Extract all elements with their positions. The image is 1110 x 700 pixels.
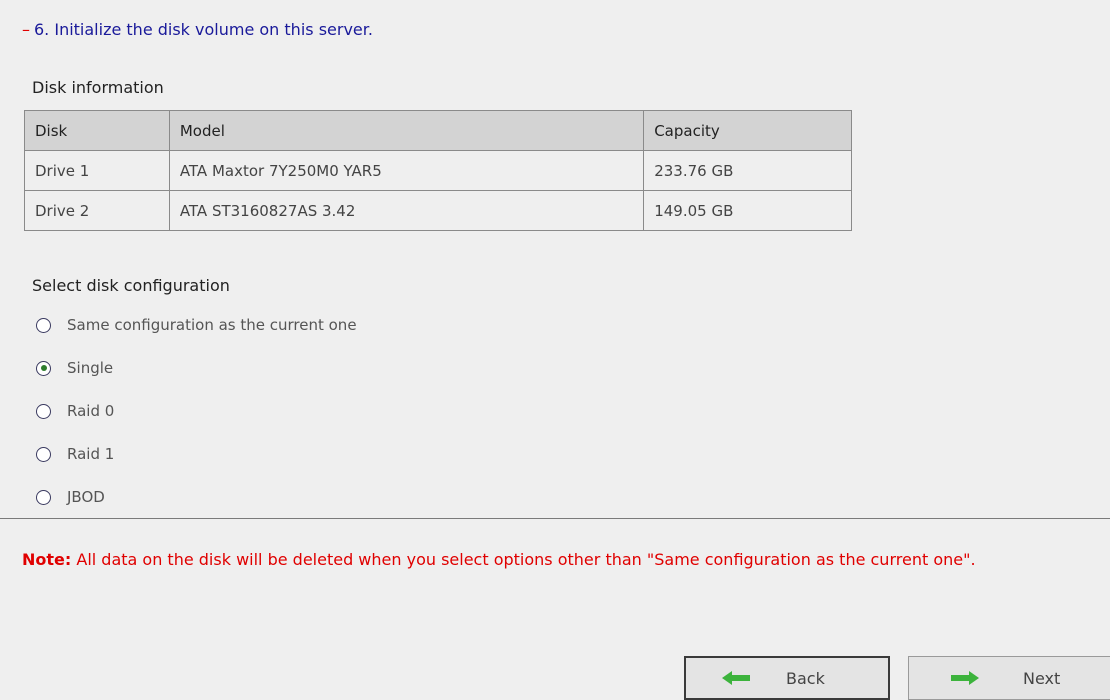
radio-label: JBOD <box>67 488 105 506</box>
radio-button[interactable] <box>36 489 51 505</box>
note-text: All data on the disk will be deleted whe… <box>71 550 976 569</box>
disk-table: Disk Model Capacity Drive 1 ATA Maxtor 7… <box>24 110 852 231</box>
arrow-left-icon <box>722 671 750 685</box>
step-title: –6. Initialize the disk volume on this s… <box>22 20 373 39</box>
radio-option-raid1[interactable]: Raid 1 <box>36 442 114 466</box>
cell-disk: Drive 2 <box>24 190 170 231</box>
next-button-label: Next <box>1023 668 1061 688</box>
disk-info-heading: Disk information <box>32 78 164 97</box>
radio-button[interactable] <box>36 403 51 419</box>
note-label: Note: <box>22 550 72 569</box>
section-divider <box>0 518 1110 519</box>
radio-button-checked[interactable] <box>36 360 51 376</box>
step-title-text: 6. Initialize the disk volume on this se… <box>34 20 373 39</box>
radio-label: Single <box>67 359 114 377</box>
column-header-disk: Disk <box>24 110 170 151</box>
cell-capacity: 233.76 GB <box>643 150 852 191</box>
back-button[interactable]: Back <box>684 656 890 700</box>
back-button-label: Back <box>786 668 825 688</box>
warning-note: Note: All data on the disk will be delet… <box>22 545 1092 575</box>
next-button[interactable]: Next <box>908 656 1110 700</box>
cell-model: ATA Maxtor 7Y250M0 YAR5 <box>168 150 645 191</box>
radio-option-same-configuration[interactable]: Same configuration as the current one <box>36 313 357 337</box>
cell-model: ATA ST3160827AS 3.42 <box>168 190 645 231</box>
column-header-model: Model <box>168 110 645 151</box>
radio-option-raid0[interactable]: Raid 0 <box>36 399 114 423</box>
radio-label: Raid 0 <box>67 402 115 420</box>
radio-option-jbod[interactable]: JBOD <box>36 485 105 509</box>
collapse-dash-icon[interactable]: – <box>22 20 30 39</box>
table-header-row: Disk Model Capacity <box>24 110 852 151</box>
config-heading: Select disk configuration <box>32 276 230 295</box>
table-row: Drive 1 ATA Maxtor 7Y250M0 YAR5 233.76 G… <box>24 150 852 191</box>
column-header-capacity: Capacity <box>643 110 852 151</box>
cell-disk: Drive 1 <box>24 150 170 191</box>
arrow-right-icon <box>951 671 979 685</box>
radio-button[interactable] <box>36 317 51 333</box>
radio-option-single[interactable]: Single <box>36 356 113 380</box>
cell-capacity: 149.05 GB <box>643 190 852 231</box>
radio-label: Raid 1 <box>67 445 115 463</box>
table-row: Drive 2 ATA ST3160827AS 3.42 149.05 GB <box>24 190 852 231</box>
radio-button[interactable] <box>36 446 51 462</box>
radio-label: Same configuration as the current one <box>67 316 357 334</box>
